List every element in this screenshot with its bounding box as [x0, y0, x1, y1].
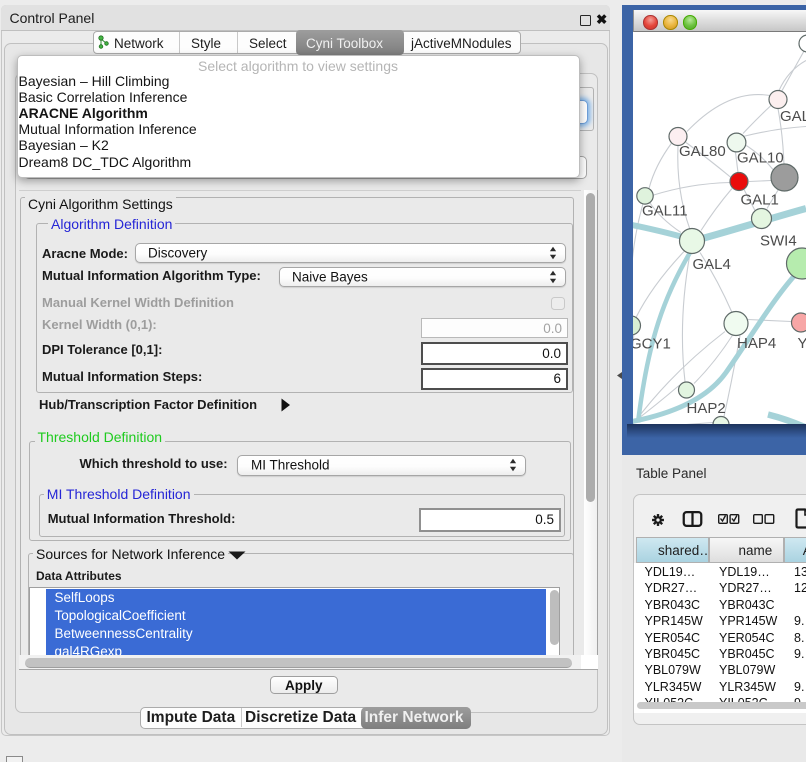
svg-text:GAL1: GAL1 — [741, 191, 779, 208]
svg-text:GAL80: GAL80 — [679, 143, 726, 160]
svg-text:HAP4: HAP4 — [737, 335, 776, 352]
svg-text:YJR048W: YJR048W — [798, 335, 806, 352]
svg-text:GAL4: GAL4 — [693, 256, 731, 273]
svg-text:GAL11: GAL11 — [642, 202, 688, 219]
svg-text:HAP2: HAP2 — [687, 400, 726, 417]
svg-text:GAL7: GAL7 — [780, 108, 806, 125]
svg-text:GAL10: GAL10 — [737, 149, 784, 166]
svg-text:SWI4: SWI4 — [760, 232, 797, 249]
svg-text:GCY1: GCY1 — [633, 335, 671, 352]
